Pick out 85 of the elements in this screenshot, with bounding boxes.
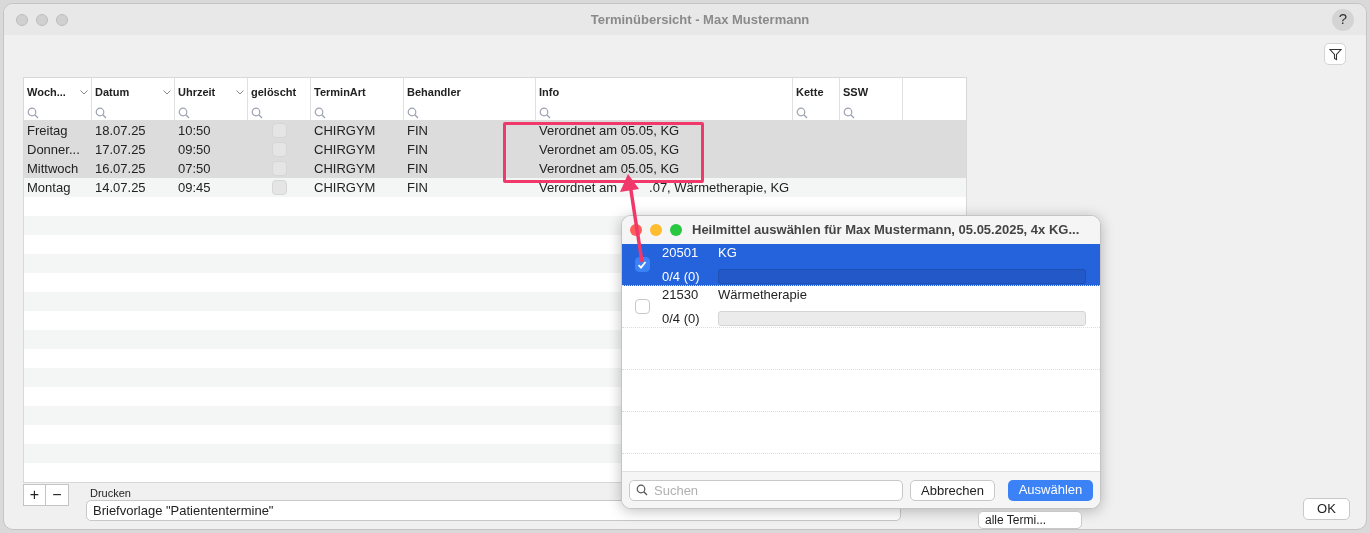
print-label: Drucken	[89, 486, 131, 500]
search-icon	[843, 106, 855, 119]
window-control[interactable]	[36, 13, 48, 26]
table-cell: 07:50	[178, 160, 211, 176]
table-cell: Freitag	[27, 122, 68, 138]
column-label: Behandler	[407, 85, 461, 100]
table-cell: Montag	[27, 179, 71, 195]
item-name: KG	[718, 244, 737, 262]
column-label: gelöscht	[251, 85, 297, 100]
confirm-button[interactable]: Auswählen	[1008, 479, 1093, 501]
item-code: 20501	[662, 244, 700, 262]
table-cell-text: Verordnet am 05.05, KG	[539, 121, 680, 140]
search-icon	[796, 106, 808, 119]
column-header[interactable]: TerminArt	[311, 78, 404, 120]
column-label: Kette	[796, 85, 824, 100]
column-label: Woch...	[27, 85, 66, 100]
search-icon	[251, 106, 263, 119]
column-header[interactable]: Behandler	[404, 78, 536, 120]
search-icon	[407, 106, 419, 119]
window-title: Terminübersicht - Max Mustermann	[589, 10, 811, 29]
table-cell: 10:50	[178, 122, 211, 138]
item-code: 21530	[662, 286, 700, 304]
table-cell-text: Verordnet am	[539, 178, 618, 197]
list-item[interactable]: 20501 KG 0/4 (0)	[622, 244, 1100, 286]
column-header[interactable]: gelöscht	[248, 78, 311, 120]
table-cell: 18.07.25	[95, 122, 146, 138]
help-button[interactable]: ?	[1332, 8, 1354, 31]
add-button[interactable]: +	[24, 485, 46, 505]
search-icon	[539, 106, 551, 119]
table-cell: CHIRGYM	[314, 122, 376, 138]
ok-button[interactable]: OK	[1303, 498, 1350, 520]
table-cell: FIN	[407, 122, 428, 138]
search-icon	[27, 106, 39, 119]
search-icon	[636, 483, 648, 496]
filter-dropdown[interactable]: alle Termi...	[978, 511, 1082, 529]
table-cell: 17.07.25	[95, 141, 146, 157]
item-count: 0/4 (0)	[662, 309, 701, 328]
column-label: Datum	[95, 85, 130, 100]
table-cell: FIN	[407, 141, 428, 157]
column-label: SSW	[843, 85, 869, 100]
column-header[interactable]: Datum	[92, 78, 175, 120]
column-header[interactable]: Kette	[793, 78, 840, 120]
table-cell: CHIRGYM	[314, 160, 376, 176]
table-cell: 14.07.25	[95, 179, 146, 195]
filter-icon	[1328, 47, 1342, 61]
checkbox[interactable]	[634, 299, 650, 314]
table-row[interactable]: Mittwoch 16.07.25 07:50 CHIRGYM FIN Verordnet am 05.05, KG	[24, 159, 966, 178]
column-header[interactable]: Woch...	[24, 78, 92, 120]
minimize-button[interactable]	[650, 224, 662, 236]
dialog-title: Heilmittel auswählen für Max Mustermann, 05.05.2025, 4x KG...	[692, 221, 1080, 240]
cancel-button[interactable]: Abbrechen	[910, 479, 995, 501]
table-cell: CHIRGYM	[314, 141, 376, 157]
column-header[interactable]: Info	[536, 78, 793, 120]
table-cell: Mittwoch	[27, 160, 79, 176]
table-cell-text: Verordnet am 05.05, KG	[539, 140, 680, 159]
window-control[interactable]	[16, 13, 28, 26]
column-label: Uhrzeit	[178, 85, 216, 100]
zoom-button[interactable]	[670, 224, 682, 236]
column-header[interactable]: Uhrzeit	[175, 78, 248, 120]
search-field[interactable]: Suchen	[629, 479, 903, 501]
table-cell: FIN	[407, 160, 428, 176]
search-icon	[178, 106, 190, 119]
table-cell: Donner...	[27, 141, 80, 157]
table-cell: 16.07.25	[95, 160, 146, 176]
table-cell: CHIRGYM	[314, 179, 376, 195]
table-cell: 09:45	[178, 179, 211, 195]
table-row[interactable]: Donner... 17.07.25 09:50 CHIRGYM FIN Verordnet am 05.05, KG	[24, 140, 966, 159]
filter-button[interactable]	[1324, 43, 1346, 65]
table-row[interactable]: Freitag 18.07.25 10:50 CHIRGYM FIN Verordnet am 05.05, KG	[24, 121, 966, 140]
item-count: 0/4 (0)	[662, 267, 701, 286]
column-header[interactable]: SSW	[840, 78, 903, 120]
table-cell-text: .07, Wärmetherapie, KG	[649, 178, 790, 197]
search-icon	[95, 106, 107, 119]
table-cell: 09:50	[178, 141, 211, 157]
check-icon	[637, 259, 647, 270]
remove-button[interactable]: −	[46, 485, 68, 505]
table-row[interactable]: Montag 14.07.25 09:45 CHIRGYM FIN Verordnet am .07, Wärmetherapie, KG	[24, 178, 966, 197]
list-item[interactable]: 21530 Wärmetherapie 0/4 (0)	[622, 286, 1100, 328]
window-control[interactable]	[56, 13, 68, 26]
column-label: TerminArt	[314, 85, 366, 100]
table-cell-text: Verordnet am 05.05, KG	[539, 159, 680, 178]
item-name: Wärmetherapie	[718, 286, 807, 304]
table-cell: FIN	[407, 179, 428, 195]
column-label: Info	[539, 85, 560, 100]
search-icon	[314, 106, 326, 119]
